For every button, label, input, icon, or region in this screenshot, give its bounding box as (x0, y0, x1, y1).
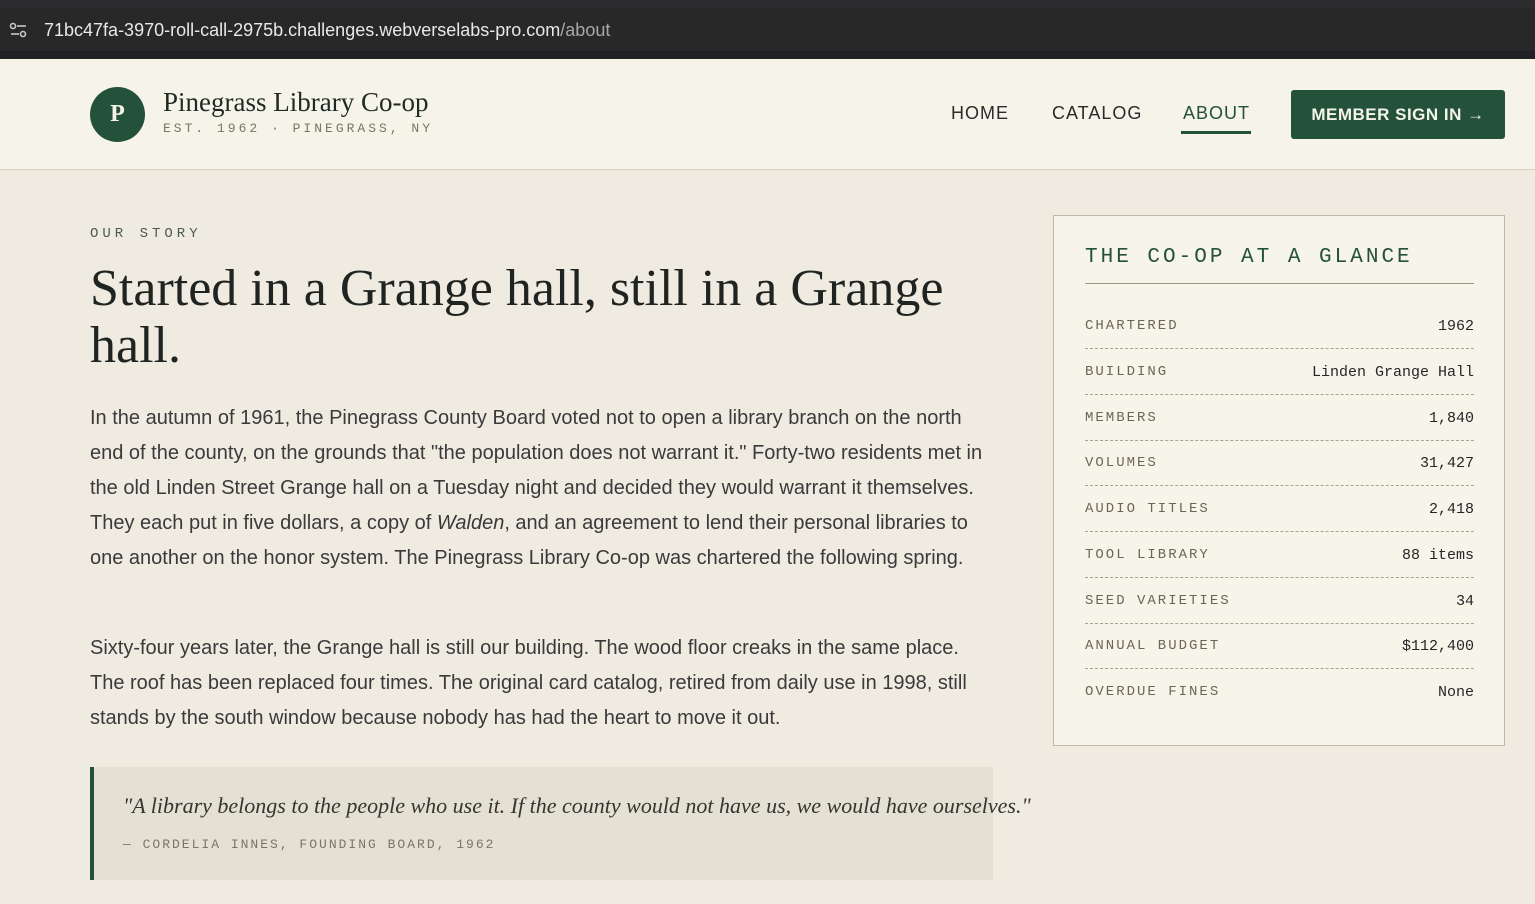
brand-tagline: EST. 1962 · PINEGRASS, NY (163, 121, 434, 136)
glance-value: 1,840 (1428, 410, 1474, 427)
glance-value: 88 items (1401, 547, 1474, 564)
glance-value: Linden Grange Hall (1311, 364, 1474, 381)
glance-label: SEED VARIETIES (1085, 593, 1231, 609)
glance-row-audio-titles: AUDIO TITLES 2,418 (1085, 487, 1474, 532)
address-bar[interactable]: 71bc47fa-3970-roll-call-2975b.challenges… (0, 8, 1535, 51)
url-text[interactable]: 71bc47fa-3970-roll-call-2975b.challenges… (44, 19, 610, 41)
glance-row-building: BUILDING Linden Grange Hall (1085, 350, 1474, 395)
active-nav-indicator (1181, 131, 1251, 134)
glance-divider (1085, 283, 1474, 284)
tune-icon[interactable] (8, 20, 30, 40)
story-paragraph-2: Sixty-four years later, the Grange hall … (90, 637, 967, 729)
glance-value: 31,427 (1419, 455, 1474, 472)
glance-row-seed-varieties: SEED VARIETIES 34 (1085, 579, 1474, 624)
glance-row-members: MEMBERS 1,840 (1085, 396, 1474, 441)
glance-row-annual-budget: ANNUAL BUDGET $112,400 (1085, 624, 1474, 669)
glance-label: TOOL LIBRARY (1085, 547, 1210, 563)
page-title: Started in a Grange hall, still in a Gra… (90, 260, 944, 374)
nav-about-link[interactable]: ABOUT (1183, 103, 1250, 124)
quote-text: "A library belongs to the people who use… (123, 793, 1031, 818)
logo-mark[interactable]: P (90, 87, 145, 142)
glance-label: AUDIO TITLES (1085, 501, 1210, 517)
glance-label: ANNUAL BUDGET (1085, 638, 1221, 654)
glance-label: MEMBERS (1085, 410, 1158, 426)
nav-catalog-link[interactable]: CATALOG (1052, 103, 1142, 124)
brand-name[interactable]: Pinegrass Library Co-op (163, 87, 428, 118)
tab-strip (0, 0, 1535, 8)
quote-citation: — CORDELIA INNES, FOUNDING BOARD, 1962 (123, 837, 496, 852)
glance-label: OVERDUE FINES (1085, 684, 1221, 700)
glance-value: 2,418 (1428, 501, 1474, 518)
url-path: /about (560, 20, 611, 40)
glance-value: None (1437, 684, 1474, 701)
glance-row-chartered: CHARTERED 1962 (1085, 304, 1474, 349)
url-host: 71bc47fa-3970-roll-call-2975b.challenges… (44, 20, 561, 40)
glance-row-volumes: VOLUMES 31,427 (1085, 441, 1474, 486)
site-header: P Pinegrass Library Co-op EST. 1962 · PI… (0, 59, 1535, 170)
browser-chrome: 71bc47fa-3970-roll-call-2975b.challenges… (0, 0, 1535, 59)
glance-value: $112,400 (1401, 638, 1474, 655)
member-sign-in-button[interactable]: MEMBER SIGN IN → (1291, 90, 1505, 139)
glance-label: BUILDING (1085, 364, 1169, 380)
glance-row-overdue-fines: OVERDUE FINES None (1085, 670, 1474, 715)
glance-label: VOLUMES (1085, 455, 1158, 471)
glance-card: THE CO-OP AT A GLANCE CHARTERED 1962 BUI… (1053, 215, 1505, 746)
glance-label: CHARTERED (1085, 318, 1179, 334)
glance-title: THE CO-OP AT A GLANCE (1085, 246, 1413, 269)
story-paragraph-1: In the autumn of 1961, the Pinegrass Cou… (90, 401, 990, 576)
section-eyebrow: OUR STORY (90, 226, 202, 242)
glance-row-tool-library: TOOL LIBRARY 88 items (1085, 533, 1474, 578)
book-title-walden: Walden (436, 512, 505, 534)
nav-home-link[interactable]: HOME (951, 103, 1009, 124)
glance-value: 1962 (1437, 318, 1474, 335)
glance-value: 34 (1455, 593, 1474, 610)
founder-quote: "A library belongs to the people who use… (90, 767, 1031, 880)
